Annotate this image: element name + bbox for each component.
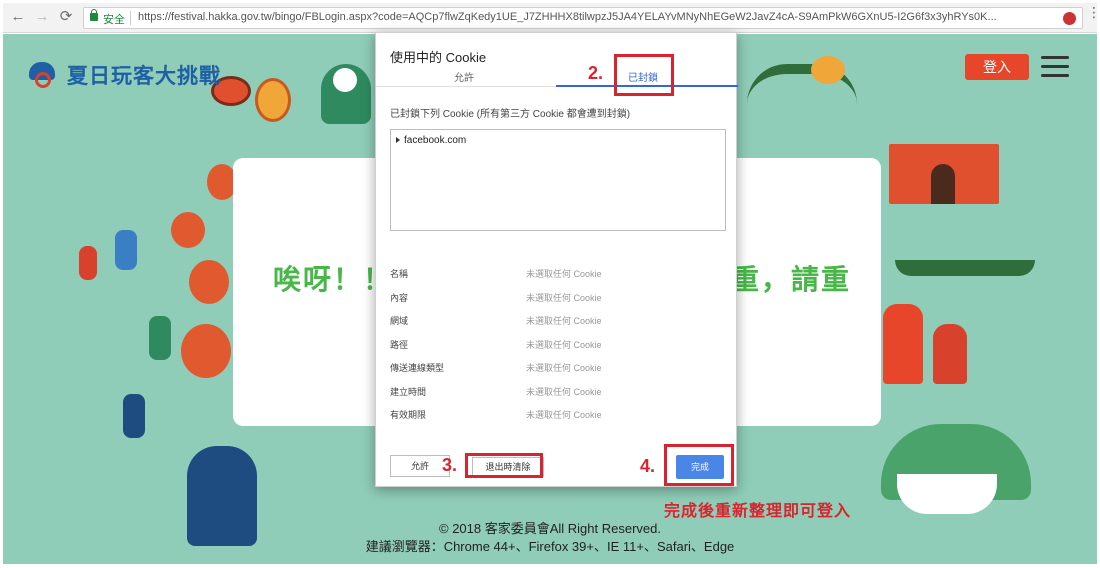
property-label: 建立時間 [390,386,427,397]
copyright-text: © 2018 客家委員會All Right Reserved. [439,521,661,536]
property-label: 網域 [390,316,409,326]
logo-text: 夏日玩客大挑戰 [67,65,221,88]
step-4-label: 4. [640,456,656,476]
browser-menu-icon[interactable]: ⋮ [1087,5,1100,29]
property-label: 名稱 [390,269,409,279]
reload-icon[interactable]: ⟳ [57,8,75,26]
tab-allowed[interactable]: 允許 [454,69,474,84]
property-value: 未選取任何 Cookie [526,386,602,397]
property-row: 網域 未選取任何 Cookie [390,310,726,334]
list-item[interactable]: facebook.com [396,135,466,146]
property-label: 路徑 [390,339,409,350]
dragon-boat-icon [895,260,1035,276]
login-button[interactable]: 登入 [965,54,1029,80]
page-footer: © 2018 客家委員會All Right Reserved. 建議瀏覽器：Ch… [3,520,1097,556]
drummer-figure [149,316,171,360]
property-row: 有效期限 未選取任何 Cookie [390,404,726,428]
blocked-description: 已封鎖下列 Cookie (所有第三方 Cookie 都會遭到封鎖) [390,109,631,120]
back-icon[interactable]: ← [9,8,27,26]
hamburger-menu-icon[interactable] [1041,56,1069,78]
address-bar[interactable]: 安全 https://festival.hakka.gov.tw/bingo/F… [83,7,1083,29]
browser-toolbar: ← → ⟳ 安全 https://festival.hakka.gov.tw/b… [3,3,1100,33]
property-label: 有效期限 [390,410,427,420]
cookie-site-label: facebook.com [404,135,467,146]
property-value: 未選取任何 Cookie [526,339,602,350]
property-label: 內容 [390,292,409,303]
secure-label: 安全 [103,14,125,26]
logo-mark-icon [27,60,65,90]
radish-icon [897,474,997,514]
url-text[interactable]: https://festival.hakka.gov.tw/bingo/FBLo… [138,11,1050,23]
step-2-label: 2. [588,63,604,83]
opera-figure [933,324,967,384]
expand-arrow-icon[interactable] [396,137,400,144]
lantern-icon [255,78,291,122]
drummer-figure [115,230,137,270]
blocked-cookie-list[interactable]: facebook.com [390,129,726,231]
property-row: 路徑 未選取任何 Cookie [390,334,726,358]
tab-divider [376,86,556,87]
property-row: 名稱 未選取任何 Cookie [390,263,726,287]
property-row: 內容 未選取任何 Cookie [390,287,726,311]
site-logo[interactable]: 夏日玩客大挑戰 [27,60,221,90]
allow-button[interactable]: 允許 [390,455,450,477]
lock-icon [90,9,98,21]
drum-icon [171,212,205,248]
cookie-properties: 名稱 未選取任何 Cookie 內容 未選取任何 Cookie 網域 未選取任何 Co… [390,263,726,428]
opera-figure [883,304,923,384]
highlight-blocked-tab [614,54,674,96]
property-value: 未選取任何 Cookie [526,363,602,373]
property-value: 未選取任何 Cookie [526,292,602,303]
final-instruction-text: 完成後重新整理即可登入 [664,503,852,520]
url-separator [130,11,131,25]
highlight-clear-button [465,453,543,478]
property-row: 傳送連線類型 未選取任何 Cookie [390,357,726,381]
browser-recommendation-text: 建議瀏覽器：Chrome 44+、Firefox 39+、IE 11+、Safa… [365,539,735,554]
forward-icon[interactable]: → [33,8,51,26]
cookies-in-use-dialog: 使用中的 Cookie 允許 已封鎖 已封鎖下列 Cookie (所有第三方 C… [375,32,738,487]
dancer-figure [123,394,145,438]
drum-icon [189,260,229,304]
step-3-label: 3. [442,455,458,475]
property-value: 未選取任何 Cookie [526,316,602,326]
property-row: 建立時間 未選取任何 Cookie [390,381,726,405]
drum-icon [181,324,231,378]
dialog-title: 使用中的 Cookie [390,50,487,65]
property-value: 未選取任何 Cookie [526,269,602,279]
property-value: 未選取任何 Cookie [526,410,602,420]
dragon-head-icon [811,56,845,84]
castle-gate-icon [931,164,955,204]
tung-flower-icon [333,68,357,92]
error-message-right: 重，請重 [731,264,852,295]
property-label: 傳送連線類型 [390,363,445,373]
cookie-blocked-icon[interactable] [1063,12,1076,25]
highlight-done-button [664,444,734,486]
dancer-figure [79,246,97,280]
